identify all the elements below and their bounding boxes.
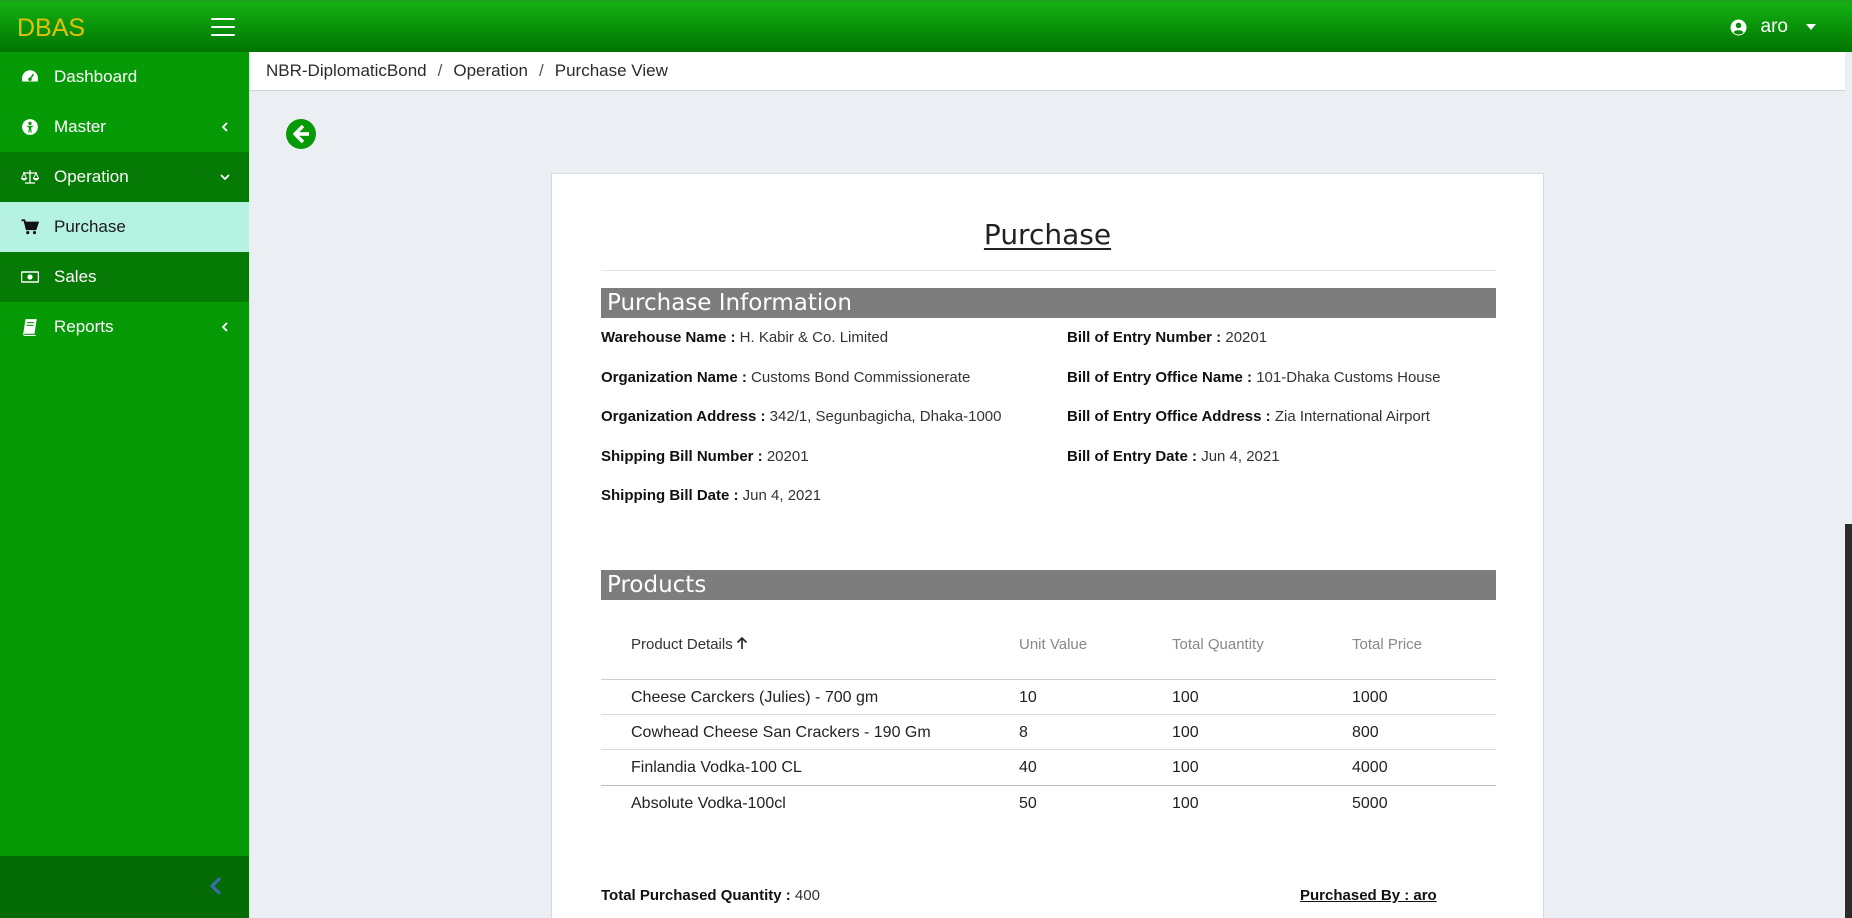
sidebar-item-label: Dashboard [54,67,138,86]
chevron-left-icon [221,122,228,132]
column-header-unit-value[interactable]: Unit Value [1019,636,1087,653]
breadcrumb-item[interactable]: Operation [453,61,528,81]
table-cell-total-price: 1000 [1352,689,1388,706]
table-cell-total-price: 4000 [1352,759,1388,776]
sidebar-item-sales[interactable]: Sales [0,252,249,302]
field-warehouse-name: Warehouse Name : H. Kabir & Co. Limited [601,329,889,346]
field-bill-of-entry-date: Bill of Entry Date : Jun 4, 2021 [1067,448,1280,465]
column-header-product-details[interactable]: Product Details [631,636,748,653]
sidebar-item-label: Reports [54,317,114,336]
user-circle-icon [1730,19,1746,35]
sidebar-item-operation[interactable]: Operation [0,152,249,202]
back-arrow-icon[interactable] [285,118,317,150]
collapse-sidebar-icon[interactable] [208,877,224,895]
money-icon [21,271,39,283]
table-cell-total-quantity: 100 [1172,795,1199,812]
sidebar-item-label: Sales [54,267,97,286]
field-shipping-bill-date: Shipping Bill Date : Jun 4, 2021 [601,487,822,504]
field-organization-address: Organization Address : 342/1, Segunbagic… [601,408,1002,425]
table-cell-product: Cowhead Cheese San Crackers - 190 Gm [631,724,931,741]
breadcrumb-item[interactable]: NBR-DiplomaticBond [266,61,427,81]
cart-icon [21,219,39,235]
column-header-total-price[interactable]: Total Price [1352,636,1422,653]
page-title: Purchase [983,218,1112,251]
table-cell-product: Cheese Carckers (Julies) - 700 gm [631,689,879,706]
field-bill-of-entry-number: Bill of Entry Number : 20201 [1067,329,1268,346]
chevron-left-icon [221,322,228,332]
table-cell-unit-value: 10 [1019,689,1037,706]
purchase-card: Purchase Purchase Information Warehouse … [551,173,1544,918]
user-name: aro [1760,16,1788,37]
field-shipping-bill-number: Shipping Bill Number : 20201 [601,448,809,465]
field-bill-of-entry-office-address: Bill of Entry Office Address : Zia Inter… [1067,408,1430,425]
table-header-divider [601,679,1496,680]
table-cell-total-price: 800 [1352,724,1379,741]
sidebar-item-reports[interactable]: Reports [0,302,249,352]
brand-logo[interactable]: DBAS [17,14,85,43]
table-cell-unit-value: 40 [1019,759,1037,776]
sidebar-item-dashboard[interactable]: Dashboard [0,52,249,102]
divider [601,270,1496,271]
balance-scale-icon [21,170,39,184]
sidebar-footer [0,856,249,918]
chevron-down-icon [220,174,230,181]
table-cell-product: Finlandia Vodka-100 CL [631,759,802,776]
table-row-divider [601,785,1496,786]
breadcrumb: NBR-DiplomaticBond / Operation / Purchas… [249,52,1845,91]
section-header-products: Products [601,570,1496,600]
sidebar-item-label: Operation [54,167,129,186]
caret-down-icon [1806,24,1816,30]
table-row-divider [601,749,1496,750]
book-icon [22,319,37,336]
breadcrumb-separator: / [539,61,544,80]
sidebar-item-label: Purchase [54,217,126,236]
breadcrumb-item-current: Purchase View [554,61,668,80]
field-bill-of-entry-office-name: Bill of Entry Office Name : 101-Dhaka Cu… [1067,369,1441,386]
sidebar-item-master[interactable]: Master [0,102,249,152]
table-cell-total-quantity: 100 [1172,759,1199,776]
table-cell-total-price: 5000 [1352,795,1388,812]
table-row-divider [601,714,1496,715]
sidebar-item-purchase[interactable]: Purchase [0,202,249,252]
sort-ascending-icon[interactable] [736,636,748,650]
breadcrumb-separator: / [437,61,443,80]
master-icon [22,119,38,135]
user-menu[interactable]: aro [1730,16,1816,38]
table-cell-total-quantity: 100 [1172,724,1199,741]
dashboard-icon [22,70,38,82]
hamburger-menu-icon[interactable] [211,18,235,38]
table-cell-unit-value: 50 [1019,795,1037,812]
column-header-total-quantity[interactable]: Total Quantity [1172,636,1264,653]
table-cell-product: Absolute Vodka-100cl [631,795,786,812]
sidebar-item-label: Master [54,117,106,136]
table-cell-unit-value: 8 [1019,724,1028,741]
table-cell-total-quantity: 100 [1172,689,1199,706]
total-purchased-quantity: Total Purchased Quantity : 400 [601,887,820,904]
section-header-purchase-information: Purchase Information [601,288,1496,318]
top-navbar: DBAS aro [0,0,1852,52]
purchased-by: Purchased By : aro [1300,887,1437,904]
field-organization-name: Organization Name : Customs Bond Commiss… [601,369,971,386]
sidebar: Dashboard Master Operation Purchase Sale… [0,52,249,918]
scrollbar-thumb[interactable] [1845,524,1852,918]
